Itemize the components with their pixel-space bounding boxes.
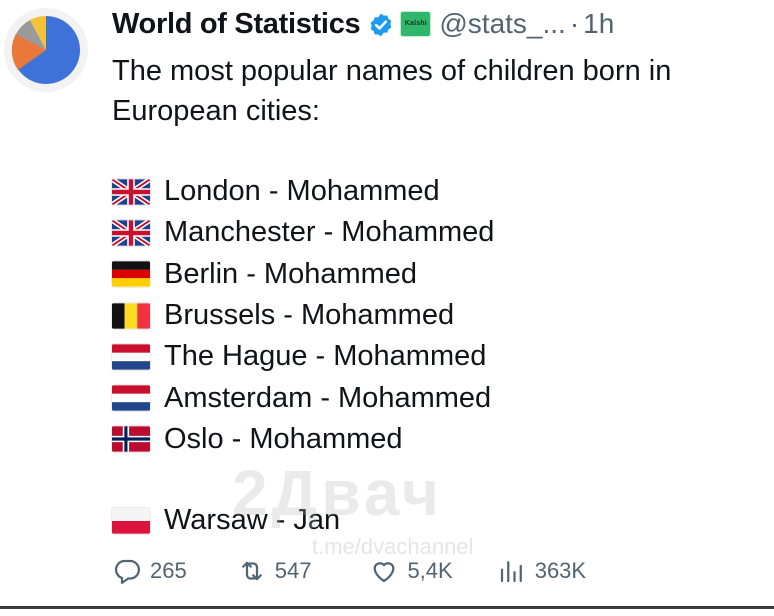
like-count: 5,4K	[407, 558, 453, 583]
belgium-flag-icon	[112, 302, 150, 329]
bottom-divider	[0, 606, 774, 609]
list-item: Manchester - Mohammed	[112, 212, 494, 253]
list-item-text: London - Mohammed	[164, 175, 440, 208]
list-item: Amsterdam - Mohammed	[112, 377, 494, 418]
list-item: London - Mohammed	[112, 171, 494, 212]
repost-count: 547	[274, 558, 312, 583]
author-name[interactable]: World of Statistics	[112, 6, 361, 42]
list-item: Oslo - Mohammed	[112, 419, 494, 460]
netherlands-flag-icon	[112, 344, 150, 370]
verified-badge-icon[interactable]	[368, 11, 394, 37]
view-count: 363K	[534, 558, 587, 583]
uk-flag-icon	[112, 219, 150, 246]
poland-flag-icon	[112, 507, 150, 534]
post-header: World of Statistics Kalshi @stats_... · …	[112, 6, 614, 42]
list-item: Berlin - Mohammed	[112, 254, 494, 295]
list-item-text: Warsaw - Jan	[164, 504, 341, 537]
header-separator: ·	[569, 8, 580, 39]
reply-count: 265	[150, 558, 187, 583]
avatar[interactable]	[4, 8, 88, 92]
views-chart-icon	[500, 561, 522, 583]
list-item: The Hague - Mohammed	[112, 336, 494, 377]
repost-button[interactable]: 547	[237, 556, 312, 586]
affiliate-badge[interactable]: Kalshi	[400, 11, 432, 37]
heart-icon	[373, 562, 395, 583]
netherlands-flag-icon	[112, 385, 150, 411]
list-item-text: Berlin - Mohammed	[164, 257, 418, 290]
uk-flag-icon	[112, 178, 150, 205]
list-item: Warsaw - Jan	[112, 500, 340, 541]
list-item-text: The Hague - Mohammed	[164, 340, 487, 373]
post-action-bar: 265 547 5,4K 363K	[112, 556, 630, 586]
views-button[interactable]: 363K	[497, 556, 586, 586]
like-button[interactable]: 5,4K	[369, 556, 453, 586]
post-timestamp[interactable]: 1h	[583, 6, 614, 42]
list-item-text: Brussels - Mohammed	[164, 299, 455, 332]
list-item-text: Manchester - Mohammed	[164, 216, 495, 249]
list-item-text: Amsterdam - Mohammed	[164, 381, 492, 414]
city-name-list: London - Mohammed Manchester - Mohammed …	[112, 171, 494, 460]
author-handle[interactable]: @stats_...	[439, 6, 565, 42]
reply-button[interactable]: 265	[112, 556, 187, 586]
reply-icon	[114, 559, 140, 584]
post-intro-text: The most popular names of children born …	[112, 55, 672, 127]
germany-flag-icon	[112, 261, 150, 287]
norway-flag-icon	[112, 426, 150, 453]
pie-chart-logo-icon	[4, 8, 88, 92]
repost-icon	[241, 561, 262, 581]
list-item: Brussels - Mohammed	[112, 295, 494, 336]
list-item-text: Oslo - Mohammed	[164, 422, 403, 455]
